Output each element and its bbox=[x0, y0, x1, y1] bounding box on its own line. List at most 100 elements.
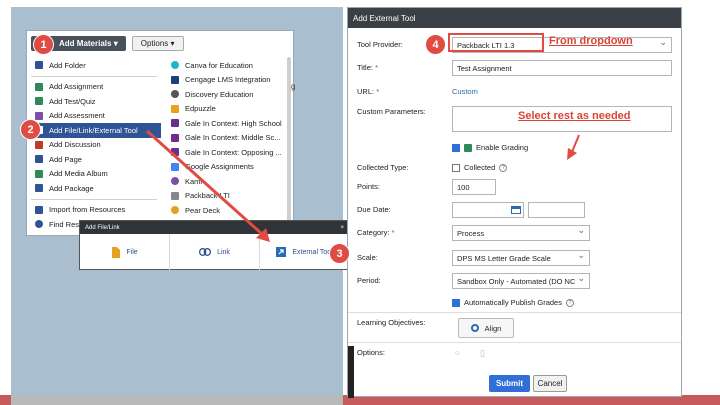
help-icon[interactable]: ? bbox=[499, 163, 508, 172]
menu-divider bbox=[31, 75, 157, 77]
menu-item-google-assignments[interactable]: Google Assignments bbox=[163, 160, 291, 175]
packback-icon bbox=[171, 191, 179, 200]
checkbox-checked[interactable] bbox=[452, 298, 460, 307]
menu-item-add-assessment[interactable]: Add Assessment bbox=[27, 109, 161, 124]
category-label: Category: * bbox=[357, 228, 395, 237]
menu-item-gale-opposing[interactable]: Gale In Context: Opposing ... bbox=[163, 145, 291, 160]
submit-button[interactable]: Submit bbox=[489, 375, 530, 392]
points-label: Points: bbox=[357, 182, 380, 191]
form-titlebar: Add External Tool bbox=[348, 8, 681, 28]
title-input[interactable]: Test Assignment bbox=[452, 60, 672, 76]
menu-item-import-from-resources[interactable]: Import from Resources bbox=[27, 203, 161, 218]
due-date-row: Due Date: bbox=[348, 202, 681, 220]
menu-item-add-discussion[interactable]: Add Discussion bbox=[27, 138, 161, 153]
canva-icon bbox=[171, 61, 179, 70]
page-icon bbox=[35, 155, 43, 164]
file-option[interactable]: File bbox=[80, 234, 170, 270]
tool-provider-highlight bbox=[448, 33, 544, 52]
auto-publish-checkbox[interactable]: Automatically Publish Grades ? bbox=[452, 298, 574, 307]
calendar-icon[interactable] bbox=[511, 206, 521, 214]
quiz-icon bbox=[35, 97, 43, 106]
menu-item-discovery-education[interactable]: Discovery Education bbox=[163, 87, 291, 102]
folder-icon bbox=[35, 61, 43, 70]
add-file-link-dialog: Add File/Link × File Link External Tool bbox=[79, 220, 350, 270]
menu-item-add-folder[interactable]: Add Folder bbox=[27, 58, 161, 73]
menu-item-canva[interactable]: Canva for Education bbox=[163, 58, 291, 73]
scale-select[interactable]: DPS MS Letter Grade Scale bbox=[452, 250, 590, 266]
scale-label: Scale: bbox=[357, 253, 378, 262]
collected-type-row: Collected Type: Collected ? bbox=[348, 160, 681, 178]
custom-parameters-row: Custom Parameters: bbox=[348, 106, 681, 132]
menu-item-add-page[interactable]: Add Page bbox=[27, 152, 161, 167]
menu-item-add-file-link-external-tool[interactable]: Add File/Link/External Tool bbox=[27, 123, 161, 138]
dialog-titlebar: Add File/Link × bbox=[80, 221, 349, 234]
edpuzzle-icon bbox=[171, 104, 179, 113]
step-3-badge: 3 bbox=[329, 243, 350, 264]
cancel-button[interactable]: Cancel bbox=[533, 375, 567, 392]
menu-item-add-package[interactable]: Add Package bbox=[27, 181, 161, 196]
window-edge bbox=[348, 346, 354, 398]
options-settings-icon[interactable]: ⁘ bbox=[454, 349, 461, 358]
category-select[interactable]: Process bbox=[452, 225, 590, 241]
scale-row: Scale: DPS MS Letter Grade Scale bbox=[348, 250, 681, 268]
due-date-label: Due Date: bbox=[357, 205, 391, 214]
enable-grading-checkbox[interactable]: Enable Grading bbox=[452, 143, 528, 152]
url-label: URL: * bbox=[357, 87, 380, 96]
discovery-icon bbox=[171, 90, 179, 99]
menu-item-kami[interactable]: Kami bbox=[163, 174, 291, 189]
file-icon bbox=[112, 246, 121, 258]
collected-checkbox[interactable]: Collected ? bbox=[452, 163, 508, 172]
gale-icon bbox=[171, 148, 179, 157]
align-icon bbox=[470, 324, 479, 332]
cengage-icon bbox=[171, 75, 179, 84]
grading-icon bbox=[464, 143, 472, 152]
menu-item-edpuzzle[interactable]: Edpuzzle bbox=[163, 102, 291, 117]
kami-icon bbox=[171, 177, 179, 186]
section-divider bbox=[348, 312, 681, 313]
menu-item-add-test-quiz[interactable]: Add Test/Quiz bbox=[27, 94, 161, 109]
period-select[interactable]: Sandbox Only - Automated (DO NC bbox=[452, 273, 590, 289]
external-tool-icon bbox=[276, 247, 287, 257]
options-document-icon[interactable]: ▯ bbox=[480, 348, 485, 359]
dialog-title: Add File/Link bbox=[85, 224, 120, 231]
bottom-gray-strip bbox=[11, 395, 343, 405]
url-custom-link[interactable]: Custom bbox=[452, 87, 478, 96]
assessment-icon bbox=[35, 111, 43, 120]
learning-objectives-label: Learning Objectives: bbox=[357, 318, 426, 327]
select-rest-annotation: Select rest as needed bbox=[518, 110, 631, 122]
checkbox-unchecked[interactable] bbox=[452, 163, 460, 172]
menu-item-cengage[interactable]: Cengage LMS Integration bbox=[163, 73, 291, 88]
step-4-badge: 4 bbox=[425, 34, 446, 55]
section-divider bbox=[348, 342, 681, 343]
link-option[interactable]: Link bbox=[170, 234, 260, 270]
pear-deck-icon bbox=[171, 206, 179, 215]
points-input[interactable]: 100 bbox=[452, 179, 496, 195]
add-external-tool-form: Add External Tool Tool Provider: Packbac… bbox=[347, 7, 682, 398]
align-button[interactable]: Align bbox=[458, 318, 514, 338]
options-button[interactable]: Options ▾ bbox=[131, 35, 184, 51]
menu-item-pear-deck[interactable]: Pear Deck bbox=[163, 203, 291, 218]
due-time-input[interactable] bbox=[528, 202, 585, 218]
close-icon[interactable]: × bbox=[340, 225, 344, 231]
checkbox-checked[interactable] bbox=[452, 143, 460, 152]
menu-divider bbox=[31, 198, 157, 200]
menu-item-gale-middle-school[interactable]: Gale In Context: Middle Sc... bbox=[163, 131, 291, 146]
materials-menu-column-1: Add Folder Add Assignment Add Test/Quiz … bbox=[27, 58, 161, 232]
google-icon bbox=[171, 162, 179, 171]
tutorial-screenshot: Add Materials ▾ Options ▾ Add Folder Add… bbox=[0, 0, 720, 405]
collected-type-label: Collected Type: bbox=[357, 163, 409, 172]
menu-item-add-media-album[interactable]: Add Media Album bbox=[27, 167, 161, 182]
step-2-badge: 2 bbox=[20, 119, 41, 140]
menu-item-add-assignment[interactable]: Add Assignment bbox=[27, 80, 161, 95]
period-row: Period: Sandbox Only - Automated (DO NC bbox=[348, 273, 681, 291]
import-icon bbox=[35, 205, 43, 214]
title-label: Title: * bbox=[357, 63, 378, 72]
step-1-badge: 1 bbox=[33, 34, 54, 55]
custom-parameters-label: Custom Parameters: bbox=[357, 107, 426, 116]
dialog-options: File Link External Tool bbox=[80, 234, 349, 270]
menu-item-gale-high-school[interactable]: Gale In Context: High School bbox=[163, 116, 291, 131]
menu-item-packback-lti[interactable]: Packback LTI bbox=[163, 189, 291, 204]
points-row: Points: 100 bbox=[348, 179, 681, 197]
help-icon[interactable]: ? bbox=[565, 298, 574, 307]
tool-provider-label: Tool Provider: bbox=[357, 40, 403, 49]
